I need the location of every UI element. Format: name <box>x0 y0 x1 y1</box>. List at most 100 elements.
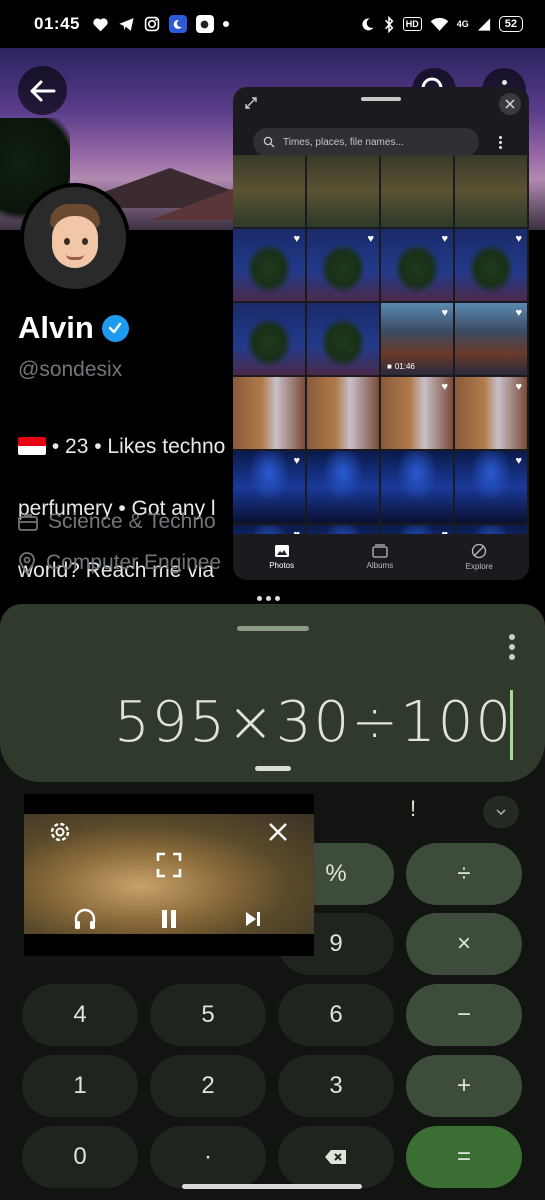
heart-icon <box>92 17 109 32</box>
calculator-expression[interactable]: 595×30÷100 <box>114 690 513 755</box>
key-3[interactable]: 3 <box>278 1055 394 1117</box>
key-decimal[interactable]: · <box>150 1126 266 1188</box>
category-label: Science & Techno <box>48 510 216 533</box>
audio-only-button[interactable] <box>68 904 102 934</box>
calculator-display: 595×30÷100 <box>0 604 545 782</box>
wifi-icon <box>430 17 449 32</box>
photo-thumbnail[interactable]: ♥ <box>233 229 305 301</box>
albums-icon <box>372 544 388 558</box>
telegram-icon <box>118 17 135 32</box>
photo-thumbnail[interactable]: ♥ <box>307 229 379 301</box>
headphones-icon <box>74 908 96 929</box>
back-button[interactable] <box>18 66 67 115</box>
skip-next-icon <box>246 912 260 926</box>
photos-search-bar[interactable]: Times, places, file names... <box>253 128 479 156</box>
photo-thumbnail[interactable]: ♥ <box>233 451 305 523</box>
favorite-heart-icon: ♥ <box>441 233 448 245</box>
photos-floating-window: Times, places, file names... ♥ ♥ ♥ ♥ ♥ ■ 01:46… <box>233 87 529 580</box>
settings-button[interactable] <box>44 816 76 848</box>
split-screen-handle[interactable] <box>257 596 280 601</box>
window-drag-handle[interactable] <box>361 97 401 101</box>
favorite-heart-icon: ♥ <box>441 381 448 393</box>
photo-thumbnail[interactable] <box>307 155 379 227</box>
video-duration: 01:46 <box>394 362 415 371</box>
favorite-heart-icon: ♥ <box>515 233 522 245</box>
expand-window-button[interactable] <box>241 93 261 113</box>
photo-thumbnail[interactable] <box>307 451 379 523</box>
key-5[interactable]: 5 <box>150 984 266 1046</box>
instagram-icon <box>144 16 160 32</box>
network-type: 4G <box>456 19 469 29</box>
close-window-button[interactable] <box>499 93 521 115</box>
key-2[interactable]: 2 <box>150 1055 266 1117</box>
nav-albums[interactable]: Albums <box>366 544 394 570</box>
settings-icon <box>50 822 70 842</box>
photo-thumbnail[interactable] <box>233 303 305 375</box>
briefcase-icon <box>18 514 38 531</box>
skip-next-button[interactable] <box>238 904 268 934</box>
pip-video-player[interactable] <box>24 794 314 956</box>
window-drag-handle[interactable] <box>237 626 309 631</box>
favorite-heart-icon: ♥ <box>367 233 374 245</box>
photo-thumbnail[interactable]: ♥ <box>455 303 527 375</box>
photo-thumbnail[interactable] <box>233 377 305 449</box>
pause-button[interactable] <box>154 904 184 934</box>
key-multiply[interactable]: × <box>406 913 522 975</box>
photo-thumbnail[interactable]: ♥ <box>381 377 453 449</box>
key-6[interactable]: 6 <box>278 984 394 1046</box>
notification-icons <box>92 15 229 33</box>
photos-search-placeholder: Times, places, file names... <box>283 136 404 148</box>
avatar[interactable] <box>20 183 130 293</box>
expand-scientific-button[interactable] <box>483 796 519 828</box>
expand-icon <box>245 97 257 109</box>
key-divide[interactable]: ÷ <box>406 843 522 905</box>
calculator-more-options[interactable] <box>505 632 519 662</box>
photo-thumbnail[interactable] <box>233 155 305 227</box>
indonesia-flag-icon <box>18 437 46 455</box>
nav-explore[interactable]: Explore <box>466 543 493 571</box>
search-icon <box>263 136 275 148</box>
profile-location: Computer Enginee <box>18 551 221 575</box>
bluetooth-icon <box>383 15 395 33</box>
favorite-heart-icon: ♥ <box>441 307 448 319</box>
system-icons: HD 4G 52 <box>360 15 523 33</box>
key-minus[interactable]: − <box>406 984 522 1046</box>
key-backspace[interactable] <box>278 1126 394 1188</box>
photo-thumbnail[interactable] <box>381 451 453 523</box>
key-4[interactable]: 4 <box>22 984 138 1046</box>
gesture-home-bar[interactable] <box>182 1184 362 1189</box>
pause-icon <box>162 910 176 928</box>
app-icon <box>195 15 214 33</box>
key-0[interactable]: 0 <box>22 1126 138 1188</box>
key-plus[interactable]: + <box>406 1055 522 1117</box>
verified-badge-icon <box>101 314 129 342</box>
nav-photos[interactable]: Photos <box>269 544 294 570</box>
display-resize-grip[interactable] <box>255 766 291 771</box>
photo-thumbnail[interactable] <box>455 155 527 227</box>
profile-name: Alvin <box>18 310 94 345</box>
status-bar: 01:45 HD 4G 52 <box>0 0 545 48</box>
nav-albums-label: Albums <box>366 561 394 570</box>
photo-thumbnail[interactable]: ♥ <box>381 229 453 301</box>
fullscreen-button[interactable] <box>152 848 186 882</box>
key-equals[interactable]: = <box>406 1126 522 1188</box>
memoji-avatar-image <box>44 204 106 272</box>
photo-thumbnail[interactable] <box>381 155 453 227</box>
photo-thumbnail[interactable]: ♥ ■ 01:46 <box>381 303 453 375</box>
photo-thumbnail[interactable] <box>307 377 379 449</box>
favorite-heart-icon: ♥ <box>515 381 522 393</box>
backspace-icon <box>325 1150 346 1164</box>
close-pip-button[interactable] <box>262 816 294 848</box>
photo-thumbnail[interactable] <box>307 303 379 375</box>
status-time: 01:45 <box>34 14 80 33</box>
photo-thumbnail[interactable]: ♥ <box>455 229 527 301</box>
profile-category: Science & Techno <box>18 510 216 534</box>
hd-icon: HD <box>402 17 422 31</box>
photo-thumbnail[interactable]: ♥ <box>455 377 527 449</box>
photos-more-options[interactable] <box>495 131 505 153</box>
profile-name-row: Alvin <box>18 310 129 346</box>
factorial-key[interactable]: ! <box>410 796 416 822</box>
key-1[interactable]: 1 <box>22 1055 138 1117</box>
photo-thumbnail[interactable]: ♥ <box>455 451 527 523</box>
fullscreen-icon <box>156 852 182 878</box>
